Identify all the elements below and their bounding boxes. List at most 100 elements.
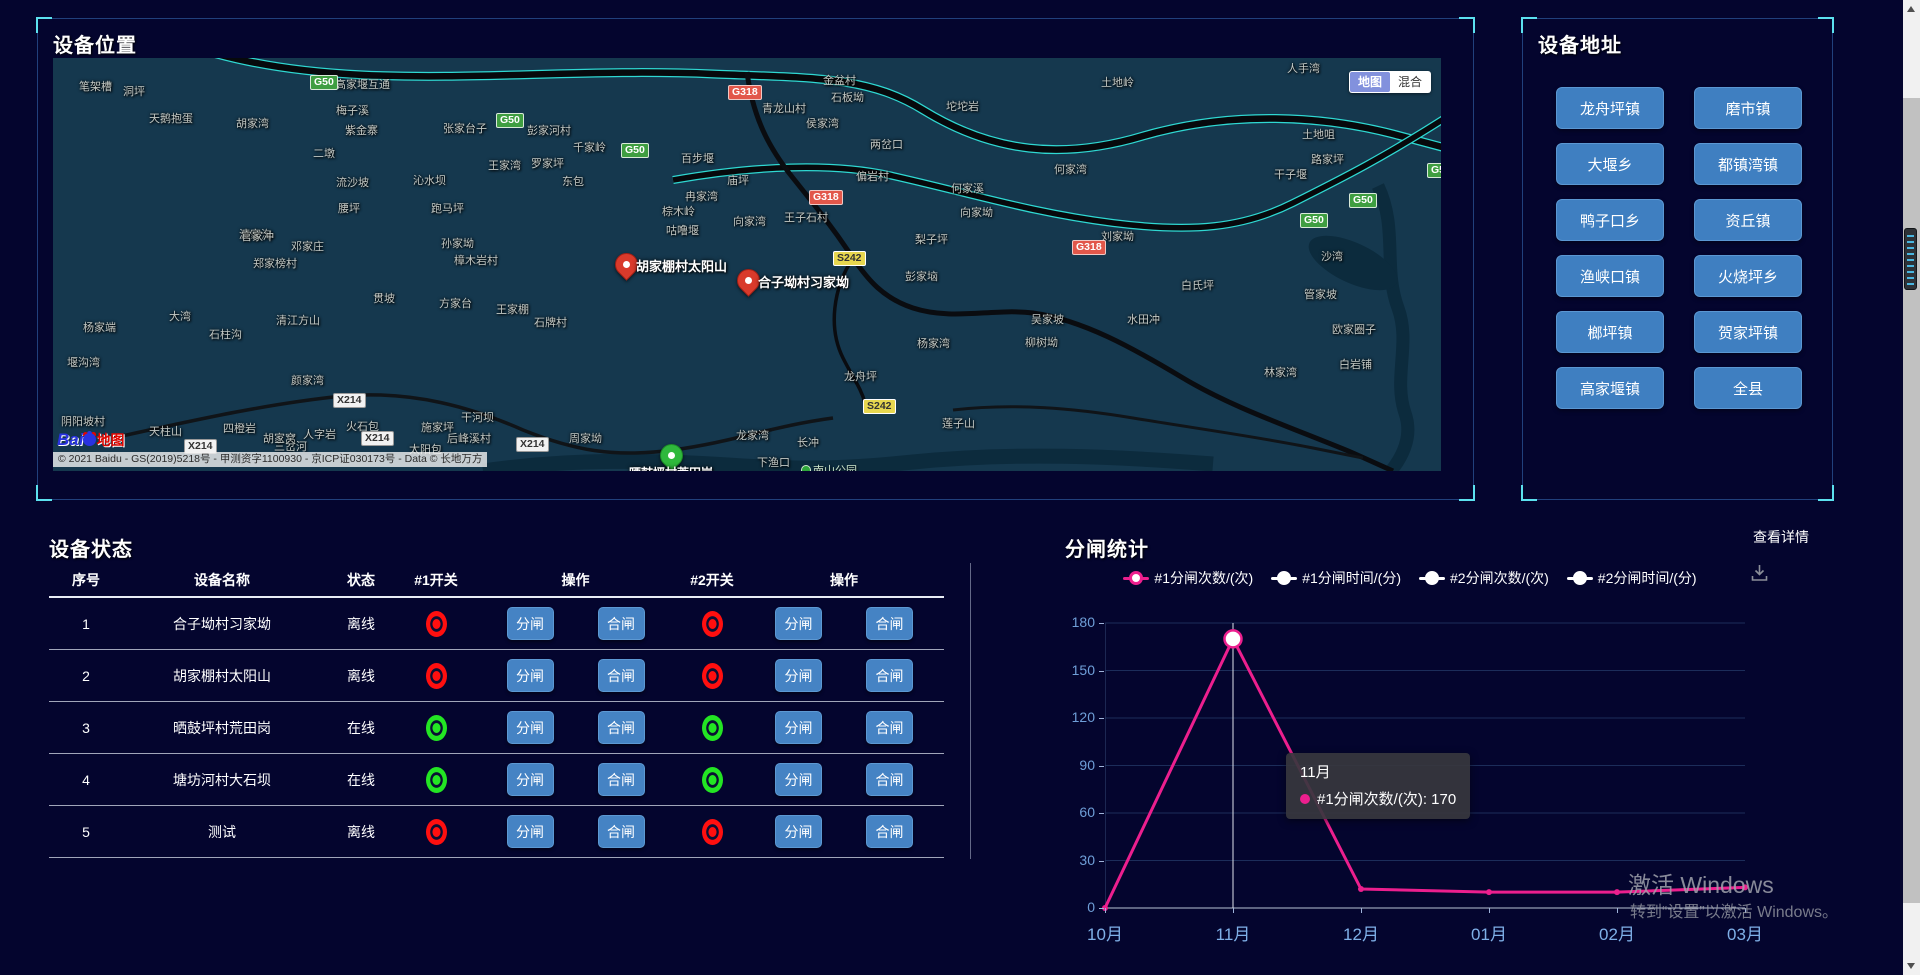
close-switch-button[interactable]: 合闸 (598, 763, 645, 796)
open-switch-button[interactable]: 分闸 (775, 763, 822, 796)
table-cell-actions: 分闸 合闸 (744, 763, 944, 796)
map-place-label: 王家棚 (496, 301, 529, 317)
map-place-label: 莲子山 (942, 415, 975, 431)
road-shield-s242: S242 (863, 399, 896, 414)
open-switch-button[interactable]: 分闸 (775, 607, 822, 640)
map-place-label: 庙坪 (727, 172, 749, 188)
close-switch-button[interactable]: 合闸 (598, 815, 645, 848)
table-cell-switch (680, 819, 744, 845)
map-place-label: 二墩 (313, 145, 335, 161)
close-switch-button[interactable]: 合闸 (866, 659, 913, 692)
map-place-label: 罗家坪 (531, 155, 564, 171)
close-switch-button[interactable]: 合闸 (866, 607, 913, 640)
map-place-label: 石板坳 (831, 89, 864, 105)
switch-status-indicator-green (426, 767, 447, 793)
map-place-label: 欧家圈子 (1332, 321, 1376, 337)
road-shield-g318: G318 (728, 85, 762, 100)
x-axis-tick-label: 12月 (1329, 920, 1393, 945)
legend-item[interactable]: #2分闸次数/(次) (1419, 568, 1549, 588)
table-cell: 离线 (321, 666, 401, 686)
device-status-table: 序号设备名称状态#1开关操作#2开关操作1合子坳村习家坳离线分闸合闸分闸合闸2胡… (49, 563, 944, 858)
map-copyright: © 2021 Baidu - GS(2019)5218号 - 甲测资字11009… (53, 452, 487, 467)
legend-label: #2分闸次数/(次) (1450, 568, 1549, 588)
switch-status-indicator-red (702, 819, 723, 845)
scroll-down-arrow-icon[interactable] (1907, 963, 1915, 969)
close-switch-button[interactable]: 合闸 (598, 607, 645, 640)
address-button[interactable]: 榔坪镇 (1556, 311, 1664, 353)
table-cell: 晒鼓坪村荒田岗 (123, 718, 321, 738)
legend-item[interactable]: #2分闸时间/(分) (1567, 568, 1697, 588)
address-button[interactable]: 磨市镇 (1694, 87, 1802, 129)
address-button[interactable]: 高家堰镇 (1556, 367, 1664, 409)
panel-corner (36, 485, 52, 501)
open-switch-button[interactable]: 分闸 (507, 659, 554, 692)
close-switch-button[interactable]: 合闸 (598, 659, 645, 692)
table-cell-actions: 分闸 合闸 (471, 711, 680, 744)
baidu-logo[interactable]: Bai地图 (57, 430, 124, 450)
device-status-title: 设备状态 (49, 533, 133, 562)
address-button[interactable]: 火烧坪乡 (1694, 255, 1802, 297)
legend-label: #1分闸时间/(分) (1302, 568, 1401, 588)
road-shield-g318: G318 (1072, 240, 1106, 255)
tooltip-series-dot (1300, 794, 1310, 804)
address-button[interactable]: 渔峡口镇 (1556, 255, 1664, 297)
table-row: 2胡家棚村太阳山离线分闸合闸分闸合闸 (49, 650, 944, 702)
table-row: 4塘坊河村大石坝在线分闸合闸分闸合闸 (49, 754, 944, 806)
park-icon (801, 465, 811, 471)
open-switch-button[interactable]: 分闸 (775, 815, 822, 848)
scrollbar-thumb[interactable] (1903, 98, 1920, 903)
map-place-label: 坨坨岩 (946, 98, 979, 114)
map-place-label: 邓家庄 (291, 238, 324, 254)
table-cell-switch (680, 611, 744, 637)
open-switch-button[interactable]: 分闸 (775, 659, 822, 692)
address-button[interactable]: 都镇湾镇 (1694, 143, 1802, 185)
open-switch-button[interactable]: 分闸 (775, 711, 822, 744)
device-location-title: 设备位置 (53, 29, 137, 58)
map-place-label: 高家堰互通 (335, 76, 390, 92)
map-place-label: 金盆村 (823, 72, 856, 88)
close-switch-button[interactable]: 合闸 (866, 815, 913, 848)
legend-line-icon (1419, 577, 1445, 580)
tooltip-value: #1分闸次数/(次): 170 (1317, 788, 1456, 809)
map-type-map-button[interactable]: 地图 (1350, 72, 1390, 92)
map-type-satellite-button[interactable]: 混合 (1390, 72, 1430, 92)
panel-corner (1521, 485, 1537, 501)
table-cell: 胡家棚村太阳山 (123, 666, 321, 686)
panel-corner (1521, 17, 1537, 33)
address-button[interactable]: 全县 (1694, 367, 1802, 409)
close-switch-button[interactable]: 合闸 (866, 711, 913, 744)
map-place-label: 颜家湾 (291, 372, 324, 388)
page-scrollbar[interactable] (1903, 0, 1920, 975)
map-place-label: 堰沟湾 (67, 354, 100, 370)
table-cell-actions: 分闸 合闸 (744, 815, 944, 848)
close-switch-button[interactable]: 合闸 (866, 763, 913, 796)
legend-item[interactable]: #1分闸时间/(分) (1271, 568, 1401, 588)
address-button[interactable]: 龙舟坪镇 (1556, 87, 1664, 129)
table-cell-actions: 分闸 合闸 (471, 815, 680, 848)
map-place-label: 石牌村 (534, 314, 567, 330)
open-switch-button[interactable]: 分闸 (507, 815, 554, 848)
table-cell-actions: 分闸 合闸 (744, 659, 944, 692)
baidu-map[interactable]: 笔架槽洞坪天鹅抱蛋胡家湾高家堰互通梅子溪紫金寨二墩流沙坡沁水坝腰坪跑马坪渡家沟邓… (53, 58, 1441, 471)
table-cell-actions: 分闸 合闸 (744, 607, 944, 640)
x-axis-tick-label: 01月 (1457, 920, 1521, 945)
view-details-link[interactable]: 查看详情 (1753, 527, 1809, 547)
scroll-up-arrow-icon[interactable] (1907, 6, 1915, 12)
switch-status-indicator-red (702, 663, 723, 689)
map-place-label: 腰坪 (338, 200, 360, 216)
address-button[interactable]: 资丘镇 (1694, 199, 1802, 241)
address-button[interactable]: 大堰乡 (1556, 143, 1664, 185)
map-place-label: 流沙坡 (336, 174, 369, 190)
map-place-label: 向家湾 (733, 213, 766, 229)
close-switch-button[interactable]: 合闸 (598, 711, 645, 744)
map-place-label: 土地岭 (1101, 74, 1134, 90)
open-switch-button[interactable]: 分闸 (507, 607, 554, 640)
legend-label: #1分闸次数/(次) (1154, 568, 1253, 588)
open-switch-button[interactable]: 分闸 (507, 763, 554, 796)
legend-item[interactable]: #1分闸次数/(次) (1123, 568, 1253, 588)
device-marker-label: 晒鼓坪村荒田岗 (615, 464, 727, 471)
address-button[interactable]: 鸭子口乡 (1556, 199, 1664, 241)
open-switch-button[interactable]: 分闸 (507, 711, 554, 744)
map-place-label: 人手湾 (1287, 60, 1320, 76)
address-button[interactable]: 贺家坪镇 (1694, 311, 1802, 353)
